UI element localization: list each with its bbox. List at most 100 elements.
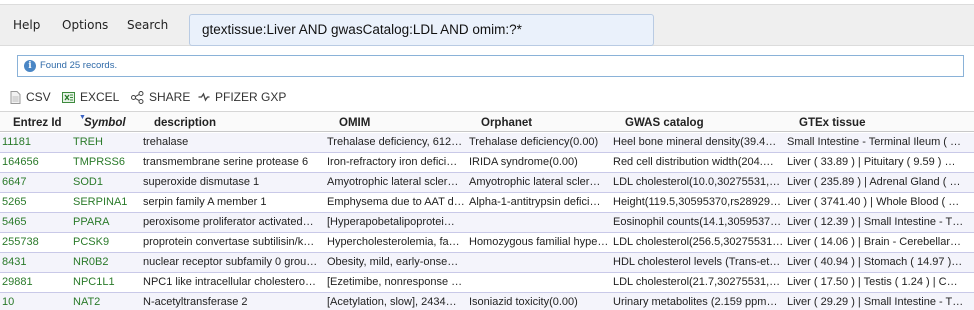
pfizer-gxp-button[interactable]: PFIZER GXP xyxy=(198,90,286,104)
orphanet-cell: Alpha-1-antitrypsin defici… xyxy=(469,196,601,208)
gwas-catalog-cell: LDL cholesterol(256.5,30275531… xyxy=(613,236,783,248)
column-header-entrez-id[interactable]: Entrez Id xyxy=(13,117,62,129)
table-header: Entrez Id ▼ Symbol description OMIM Orph… xyxy=(0,111,974,132)
symbol-cell[interactable]: NPC1L1 xyxy=(73,276,141,288)
symbol-cell[interactable]: PCSK9 xyxy=(73,236,141,248)
entrez-id-cell[interactable]: 11181 xyxy=(2,136,70,148)
table-row[interactable]: 6647 SOD1 superoxide dismutase 1 Amyotrophi… xyxy=(0,173,974,193)
export-toolbar: CSV EXCEL SHARE PFIZER GXP xyxy=(0,86,974,110)
help-menu[interactable]: Help xyxy=(13,18,40,32)
excel-export-button[interactable]: EXCEL xyxy=(62,90,119,104)
symbol-cell[interactable]: TREH xyxy=(73,136,141,148)
table-row[interactable]: 11181 TREH trehalase Trehalase deficiency, … xyxy=(0,133,974,153)
gtex-tissue-cell: Liver ( 3741.40 ) | Whole Blood ( … xyxy=(787,196,960,208)
share-button[interactable]: SHARE xyxy=(131,90,190,104)
gtex-tissue-cell: Liver ( 40.94 ) | Stomach ( 14.97 )… xyxy=(787,256,963,268)
table-row[interactable]: 5465 PPARA peroxisome proliferator activat… xyxy=(0,213,974,233)
symbol-cell[interactable]: TMPRSS6 xyxy=(73,156,141,168)
omim-cell: Hypercholesterolemia, fa… xyxy=(327,236,460,248)
status-message-box: i Found 25 records. xyxy=(17,55,964,77)
orphanet-cell: Amyotrophic lateral scler… xyxy=(469,176,601,188)
description-cell: transmembrane serine protease 6 xyxy=(143,156,309,168)
gwas-catalog-cell: Urinary metabolites (2.159 ppm… xyxy=(613,296,778,308)
description-cell: nuclear receptor subfamily 0 grou… xyxy=(143,256,318,268)
entrez-id-cell[interactable]: 29881 xyxy=(2,276,70,288)
top-navigation-bar: Help Options Search gtextissue:Liver AND… xyxy=(0,4,974,46)
table-row[interactable]: 255738 PCSK9 proprotein convertase subtili… xyxy=(0,233,974,253)
orphanet-cell: Homozygous familial hype… xyxy=(469,236,609,248)
entrez-id-cell[interactable]: 5265 xyxy=(2,196,70,208)
omim-cell: Obesity, mild, early-onse… xyxy=(327,256,459,268)
share-label: SHARE xyxy=(149,90,191,104)
gwas-catalog-cell: HDL cholesterol levels (Trans-et… xyxy=(613,256,781,268)
share-icon xyxy=(131,90,144,104)
column-header-symbol[interactable]: ▼ Symbol xyxy=(79,114,126,129)
search-menu[interactable]: Search xyxy=(127,18,168,32)
column-header-gwas-catalog[interactable]: GWAS catalog xyxy=(625,117,704,129)
column-header-gtex-tissue[interactable]: GTEx tissue xyxy=(799,117,865,129)
table-row[interactable]: 164656 TMPRSS6 transmembrane serine protea… xyxy=(0,153,974,173)
omim-cell: Trehalase deficiency, 612… xyxy=(327,136,463,148)
table-row[interactable]: 5265 SERPINA1 serpin family A member 1 Emph… xyxy=(0,193,974,213)
omim-cell: [Acetylation, slow], 2434… xyxy=(327,296,457,308)
gwas-catalog-cell: Red cell distribution width(204.… xyxy=(613,156,774,168)
entrez-id-cell[interactable]: 10 xyxy=(2,296,70,308)
entrez-id-cell[interactable]: 164656 xyxy=(2,156,70,168)
search-input[interactable]: gtextissue:Liver AND gwasCatalog:LDL AND… xyxy=(189,14,654,46)
options-menu[interactable]: Options xyxy=(62,18,108,32)
info-icon: i xyxy=(24,60,36,72)
csv-file-icon xyxy=(10,90,21,104)
gtex-tissue-cell: Liver ( 12.39 ) | Small Intestine - T… xyxy=(787,216,964,228)
omim-cell: [Ezetimibe, nonresponse … xyxy=(327,276,463,288)
symbol-cell[interactable]: SERPINA1 xyxy=(73,196,141,208)
table-row[interactable]: 10 NAT2 N-acetyltransferase 2 [Acetylation,… xyxy=(0,293,974,310)
symbol-cell[interactable]: NAT2 xyxy=(73,296,141,308)
status-message: Found 25 records. xyxy=(40,60,118,71)
excel-file-icon xyxy=(62,91,75,104)
csv-label: CSV xyxy=(26,90,51,104)
pfizer-gxp-icon xyxy=(198,92,210,102)
gtex-tissue-cell: Liver ( 17.50 ) | Testis ( 1.24 ) | C… xyxy=(787,276,958,288)
symbol-cell[interactable]: SOD1 xyxy=(73,176,141,188)
description-cell: superoxide dismutase 1 xyxy=(143,176,260,188)
description-cell: NPC1 like intracellular cholestero… xyxy=(143,276,317,288)
gtex-tissue-cell: Liver ( 235.89 ) | Adrenal Gland ( … xyxy=(787,176,961,188)
gtex-tissue-cell: Liver ( 33.89 ) | Pituitary ( 9.59 ) … xyxy=(787,156,956,168)
omim-cell: Amyotrophic lateral scler… xyxy=(327,176,459,188)
gtex-tissue-cell: Liver ( 29.29 ) | Small Intestine - T… xyxy=(787,296,964,308)
orphanet-cell: Trehalase deficiency(0.00) xyxy=(469,136,599,148)
table-row[interactable]: 29881 NPC1L1 NPC1 like intracellular chole… xyxy=(0,273,974,293)
description-cell: trehalase xyxy=(143,136,189,148)
entrez-id-cell[interactable]: 5465 xyxy=(2,216,70,228)
column-header-description[interactable]: description xyxy=(154,117,216,129)
pfizer-gxp-label: PFIZER GXP xyxy=(215,90,287,104)
gwas-catalog-cell: LDL cholesterol(10.0,30275531,… xyxy=(613,176,781,188)
description-cell: serpin family A member 1 xyxy=(143,196,267,208)
description-cell: N-acetyltransferase 2 xyxy=(143,296,248,308)
gwas-catalog-cell: Heel bone mineral density(39.4… xyxy=(613,136,777,148)
excel-label: EXCEL xyxy=(80,90,120,104)
omim-cell: [Hyperapobetalipoprotei… xyxy=(327,216,455,228)
omim-cell: Emphysema due to AAT d… xyxy=(327,196,465,208)
gtex-tissue-cell: Small Intestine - Terminal Ileum ( … xyxy=(787,136,962,148)
entrez-id-cell[interactable]: 8431 xyxy=(2,256,70,268)
column-header-symbol-label: Symbol xyxy=(84,117,126,129)
orphanet-cell: Isoniazid toxicity(0.00) xyxy=(469,296,578,308)
gwas-catalog-cell: Height(119.5,30595370,rs28929… xyxy=(613,196,781,208)
csv-export-button[interactable]: CSV xyxy=(10,90,51,104)
description-cell: peroxisome proliferator activated… xyxy=(143,216,314,228)
symbol-cell[interactable]: PPARA xyxy=(73,216,141,228)
gwas-catalog-cell: Eosinophil counts(14.1,3059537… xyxy=(613,216,782,228)
orphanet-cell: IRIDA syndrome(0.00) xyxy=(469,156,578,168)
description-cell: proprotein convertase subtilisin/k… xyxy=(143,236,315,248)
entrez-id-cell[interactable]: 6647 xyxy=(2,176,70,188)
column-header-orphanet[interactable]: Orphanet xyxy=(481,117,532,129)
table-row[interactable]: 8431 NR0B2 nuclear receptor subfamily 0 gr… xyxy=(0,253,974,273)
entrez-id-cell[interactable]: 255738 xyxy=(2,236,70,248)
column-header-omim[interactable]: OMIM xyxy=(339,117,370,129)
gtex-tissue-cell: Liver ( 14.06 ) | Brain - Cerebellar… xyxy=(787,236,962,248)
gwas-catalog-cell: LDL cholesterol(21.7,30275531,… xyxy=(613,276,781,288)
symbol-cell[interactable]: NR0B2 xyxy=(73,256,141,268)
sort-descending-icon: ▼ xyxy=(79,114,86,121)
omim-cell: Iron-refractory iron defici… xyxy=(327,156,458,168)
